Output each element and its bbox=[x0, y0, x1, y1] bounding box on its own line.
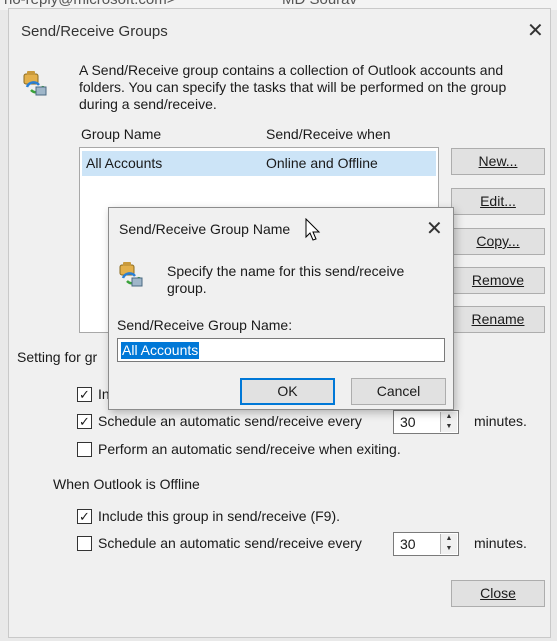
on-exit-checkbox[interactable] bbox=[77, 442, 92, 457]
minutes-label: minutes. bbox=[474, 535, 527, 551]
edit-button[interactable]: Edit... bbox=[451, 188, 545, 215]
group-name-field-label: Send/Receive Group Name: bbox=[117, 317, 293, 333]
close-button[interactable]: Close bbox=[451, 580, 545, 607]
dialog-description: A Send/Receive group contains a collecti… bbox=[79, 62, 506, 113]
description-line: folders. You can specify the tasks that … bbox=[79, 79, 507, 95]
include-offline-label: Include this group in send/receive (F9). bbox=[98, 508, 341, 524]
stepper-value: 30 bbox=[400, 536, 416, 552]
schedule-online-label: Schedule an automatic send/receive every bbox=[98, 413, 362, 429]
column-header-group-name: Group Name bbox=[81, 126, 162, 142]
description-line: A Send/Receive group contains a collecti… bbox=[79, 62, 504, 78]
schedule-online-minutes-stepper[interactable]: 30 ▲ ▼ bbox=[393, 410, 459, 434]
instruction-line: group. bbox=[167, 280, 207, 296]
stepper-value: 30 bbox=[400, 414, 416, 430]
remove-button[interactable]: Remove bbox=[451, 267, 545, 294]
new-button[interactable]: New... bbox=[451, 148, 545, 175]
group-name-input[interactable]: All Accounts bbox=[117, 338, 445, 362]
send-receive-group-icon bbox=[23, 71, 47, 96]
rename-button[interactable]: Rename bbox=[451, 306, 545, 333]
schedule-offline-label: Schedule an automatic send/receive every bbox=[98, 535, 362, 551]
close-icon[interactable]: ✕ bbox=[426, 219, 443, 239]
offline-section-heading: When Outlook is Offline bbox=[53, 476, 200, 492]
group-name-dialog: Send/Receive Group Name ✕ Specify the na… bbox=[108, 207, 454, 410]
include-offline-checkbox[interactable]: ✓ bbox=[77, 509, 92, 524]
close-icon[interactable]: ✕ bbox=[527, 21, 544, 41]
spin-arrows-icon[interactable]: ▲ ▼ bbox=[440, 412, 457, 432]
ok-button[interactable]: OK bbox=[240, 378, 335, 405]
group-name-input-value: All Accounts bbox=[121, 342, 200, 359]
schedule-offline-checkbox[interactable] bbox=[77, 536, 92, 551]
background-name-text: MD Sourav bbox=[282, 0, 357, 8]
instruction-line: Specify the name for this send/receive bbox=[167, 263, 405, 279]
settings-group-label: Setting for gr bbox=[17, 349, 98, 365]
name-dialog-instruction: Specify the name for this send/receive g… bbox=[167, 263, 404, 297]
spin-arrows-icon[interactable]: ▲ ▼ bbox=[440, 534, 457, 554]
copy-button[interactable]: Copy... bbox=[451, 228, 545, 255]
background-email-text: no-reply@microsoft.com> bbox=[4, 0, 176, 8]
cancel-button[interactable]: Cancel bbox=[351, 378, 446, 405]
mouse-pointer-icon bbox=[305, 218, 321, 241]
dialog-title: Send/Receive Groups bbox=[21, 23, 168, 40]
schedule-online-checkbox[interactable]: ✓ bbox=[77, 414, 92, 429]
schedule-offline-minutes-stepper[interactable]: 30 ▲ ▼ bbox=[393, 532, 459, 556]
list-item[interactable]: All Accounts Online and Offline bbox=[82, 151, 436, 176]
description-line: during a send/receive. bbox=[79, 96, 217, 112]
name-dialog-title: Send/Receive Group Name bbox=[119, 221, 291, 237]
column-header-send-receive-when: Send/Receive when bbox=[266, 126, 391, 142]
group-when-cell: Online and Offline bbox=[266, 155, 378, 171]
minutes-label: minutes. bbox=[474, 413, 527, 429]
on-exit-label: Perform an automatic send/receive when e… bbox=[98, 441, 401, 457]
include-online-checkbox[interactable]: ✓ bbox=[77, 387, 92, 402]
group-name-cell: All Accounts bbox=[86, 155, 163, 171]
send-receive-group-icon bbox=[119, 262, 143, 287]
